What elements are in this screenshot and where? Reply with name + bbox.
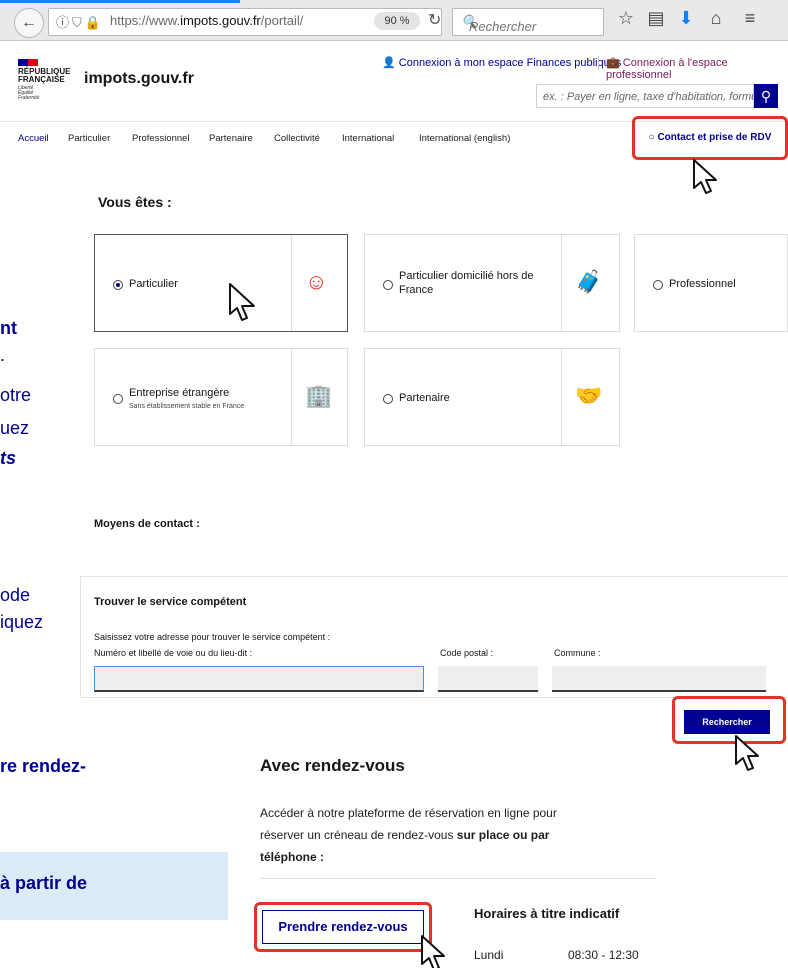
highlight-prendre-rdv: [254, 902, 432, 952]
cursor-arrow-icon: [693, 159, 717, 194]
left-cut-text-4: uez: [0, 418, 30, 438]
url-text[interactable]: https://www.impots.gouv.fr/portail/: [110, 13, 303, 28]
left-cut-text-9: à partir de: [0, 873, 88, 893]
reading-list-icon[interactable]: ▤: [642, 8, 670, 29]
radio-entreprise[interactable]: [113, 394, 123, 404]
left-cut-text-7: iquez: [0, 612, 44, 632]
header-separator: [598, 56, 599, 70]
building-globe-icon: 🏢: [305, 383, 333, 408]
label-voie: Numéro et libellé de voie ou du lieu-dit…: [94, 648, 253, 658]
card-particulier[interactable]: Particulier ☺: [94, 234, 348, 332]
left-cut-text-5: ts: [0, 448, 17, 468]
tracking-shield-icon[interactable]: ⛉: [72, 15, 85, 30]
label-code-postal: Code postal :: [440, 648, 494, 658]
bookmark-star-icon[interactable]: ☆: [612, 8, 640, 29]
nav-particulier[interactable]: Particulier: [68, 133, 110, 144]
radio-hors-france[interactable]: [383, 280, 393, 290]
rdv-title: Avec rendez-vous: [260, 756, 405, 775]
left-cut-text-1: nt: [0, 318, 17, 338]
login-particulier-link[interactable]: 👤 Connexion à mon espace Finances publiq…: [382, 56, 621, 69]
hours-day: Lundi: [474, 948, 504, 962]
left-cut-text-8: re rendez-: [0, 756, 87, 776]
luggage-flag-icon: 🧳: [575, 269, 603, 294]
zoom-level[interactable]: 90 %: [374, 12, 420, 30]
active-tab-indicator: [0, 0, 240, 3]
marianne-logo-red: [28, 59, 38, 66]
card-professionnel[interactable]: Professionnel: [634, 234, 788, 332]
card-entreprise-etrangere[interactable]: Entreprise étrangère Sans établissement …: [94, 348, 348, 446]
site-name[interactable]: impots.gouv.fr: [84, 70, 194, 88]
left-cut-text-6: ode: [0, 585, 31, 605]
card-label: Particulier domicilié hors de France: [399, 270, 534, 296]
nav-international-english[interactable]: International (english): [419, 133, 510, 144]
moyens-contact-title: Moyens de contact :: [94, 518, 200, 530]
card-partenaire[interactable]: Partenaire 🤝: [364, 348, 620, 446]
nav-partenaire[interactable]: Partenaire: [209, 133, 253, 144]
find-service-title: Trouver le service compétent: [94, 596, 247, 608]
rdv-divider: [260, 878, 656, 879]
card-label: Partenaire: [399, 392, 450, 404]
radio-particulier[interactable]: [113, 280, 123, 290]
site-search-input[interactable]: ex. : Payer en ligne, taxe d'habitation,…: [536, 84, 754, 108]
user-icon: 👤: [382, 57, 396, 69]
highlight-contact: [632, 116, 788, 160]
nav-professionnel[interactable]: Professionnel: [132, 133, 190, 144]
vous-etes-title: Vous êtes :: [98, 194, 172, 210]
home-icon[interactable]: ⌂: [702, 8, 730, 29]
label-commune: Commune :: [554, 648, 601, 658]
download-icon[interactable]: ⬇: [672, 8, 700, 29]
card-label: Particulier: [129, 278, 178, 290]
hours-title: Horaires à titre indicatif: [474, 906, 620, 921]
person-headset-icon: ☺: [305, 269, 328, 294]
search-icon[interactable]: ⚲: [754, 84, 778, 108]
address-input[interactable]: [94, 666, 424, 692]
commune-input[interactable]: [552, 666, 766, 692]
handshake-icon: 🤝: [575, 383, 603, 408]
nav-international[interactable]: International: [342, 133, 394, 144]
briefcase-icon: 💼: [606, 57, 620, 69]
browser-search-box[interactable]: 🔍 Rechercher: [452, 8, 604, 36]
card-label: Professionnel: [669, 278, 736, 290]
devise: Liberté Égalité Fraternité: [18, 85, 40, 101]
nav-accueil[interactable]: Accueil: [18, 133, 49, 144]
postal-code-input[interactable]: [438, 666, 538, 692]
card-particulier-hors-france[interactable]: Particulier domicilié hors de France 🧳: [364, 234, 620, 332]
marianne-logo: [18, 59, 28, 66]
card-sublabel: Sans établissement stable en France: [129, 403, 245, 410]
site-info-icon[interactable]: ⓘ⛉🔒: [56, 12, 104, 31]
republique-logo-text: RÉPUBLIQUE FRANÇAISE: [18, 67, 71, 84]
padlock-icon: 🔒: [84, 15, 104, 30]
hours-time: 08:30 - 12:30: [568, 948, 639, 962]
left-cut-text-2: .: [0, 345, 6, 365]
login-pro-link[interactable]: 💼 Connexion à l'espace professionnel: [606, 56, 788, 81]
cursor-arrow-icon: [229, 283, 255, 321]
cursor-arrow-icon: [735, 735, 759, 771]
left-cut-text-3: otre: [0, 385, 32, 405]
back-arrow-icon[interactable]: ←: [14, 8, 44, 38]
find-service-instruction: Saisissez votre adresse pour trouver le …: [94, 632, 331, 642]
nav-collectivite[interactable]: Collectivité: [274, 133, 320, 144]
radio-professionnel[interactable]: [653, 280, 663, 290]
reload-icon[interactable]: ↻: [428, 10, 441, 30]
rdv-text: Accéder à notre plateforme de réservatio…: [260, 806, 557, 864]
cursor-arrow-icon: [421, 935, 445, 968]
browser-search-placeholder: 🔍 Rechercher: [461, 14, 537, 34]
menu-icon[interactable]: ≡: [736, 8, 764, 29]
radio-partenaire[interactable]: [383, 394, 393, 404]
card-label: Entreprise étrangère: [129, 387, 230, 399]
